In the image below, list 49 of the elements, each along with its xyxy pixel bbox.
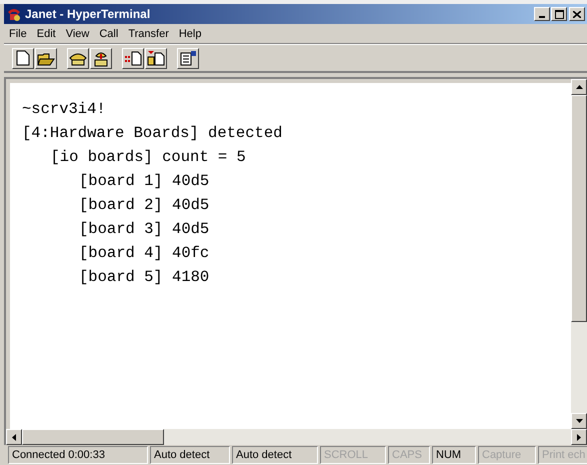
scroll-right-button[interactable]	[571, 429, 587, 445]
terminal-line: [4:Hardware Boards] detected	[22, 124, 282, 142]
menu-item[interactable]: Transfer	[123, 28, 174, 40]
status-pane: Auto detect	[150, 446, 230, 464]
toolbar-button[interactable]	[177, 48, 199, 68]
minimize-button[interactable]	[534, 7, 550, 21]
toolbar-button[interactable]	[122, 48, 144, 68]
close-button[interactable]	[569, 7, 585, 21]
toolbar-button[interactable]	[145, 48, 167, 68]
phone-icon	[69, 50, 87, 66]
folder-icon	[37, 50, 55, 66]
terminal-line: ~scrv3i4!	[22, 100, 106, 118]
terminal-line: [io boards] count = 5	[50, 148, 246, 166]
menu-item[interactable]: Help	[174, 28, 206, 40]
menu-item[interactable]: Edit	[32, 28, 61, 40]
menu-item[interactable]: View	[60, 28, 94, 40]
close-icon	[573, 10, 581, 18]
toolbar-button[interactable]	[90, 48, 112, 68]
phone-icon	[93, 50, 109, 66]
terminal-line: [board 2] 40d5	[79, 196, 210, 214]
terminal-line: [board 4] 40fc	[79, 244, 210, 262]
status-pane: Connected 0:00:33	[8, 446, 148, 464]
terminal-line: [board 3] 40d5	[79, 220, 210, 238]
status-pane: NUM	[432, 446, 476, 464]
properties-icon	[179, 50, 197, 66]
right-arrow-icon	[577, 434, 581, 440]
window-title: Janet - HyperTerminal	[25, 7, 152, 21]
scroll-down-button[interactable]	[571, 413, 587, 429]
receive-file-icon	[147, 50, 165, 66]
terminal-line: [board 1] 40d5	[79, 172, 210, 190]
down-arrow-icon	[576, 419, 582, 423]
status-pane: Auto detect	[232, 446, 318, 464]
maximize-button[interactable]	[551, 7, 567, 21]
vertical-scrollbar[interactable]	[571, 79, 587, 429]
toolbar-button[interactable]	[67, 48, 89, 68]
left-arrow-icon	[12, 434, 16, 440]
send-file-icon	[124, 50, 142, 66]
toolbar-button[interactable]	[12, 48, 34, 68]
menu-item[interactable]: Call	[94, 28, 124, 40]
terminal-line: [board 5] 4180	[79, 268, 210, 286]
scroll-left-button[interactable]	[6, 429, 22, 445]
document-icon	[16, 50, 30, 66]
maximize-icon	[554, 10, 564, 18]
menu-item[interactable]: File	[4, 28, 32, 40]
horizontal-scrollbar[interactable]	[6, 429, 587, 445]
scroll-up-button[interactable]	[571, 79, 587, 95]
toolbar-button[interactable]	[35, 48, 57, 68]
phone-icon	[6, 6, 22, 22]
up-arrow-icon	[576, 85, 582, 89]
